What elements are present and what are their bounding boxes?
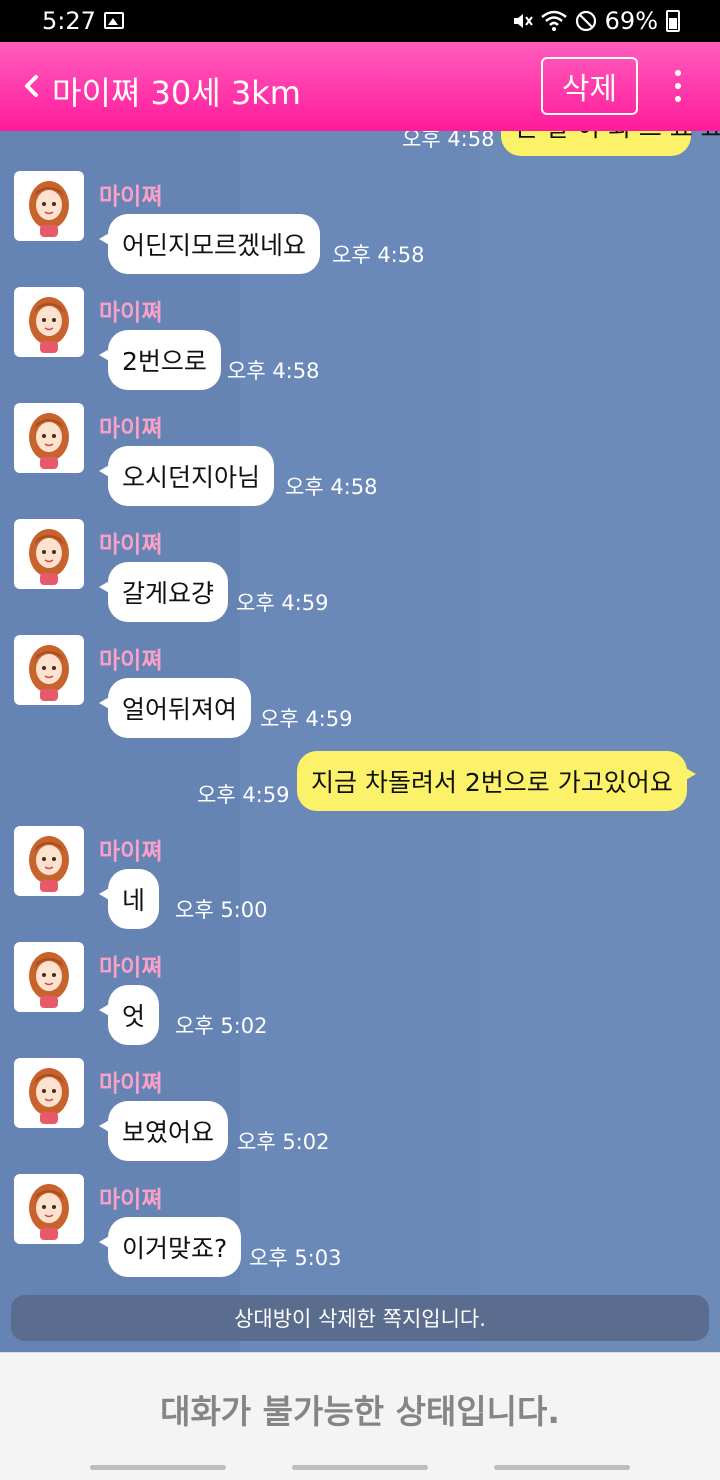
avatar[interactable] [14,1058,84,1128]
dnd-icon [575,10,596,32]
chat-area[interactable]: 오후 4:58 근 말 이 퇴 으 요 요 마이쪄 어딘지모르겠네요 오후 4:… [0,131,720,1352]
sender-name: 마이쪄 [99,648,163,674]
status-time: 5:27 [42,7,96,35]
message-bubble: 엇 [98,985,160,1045]
message-text: 2번으로 [122,347,207,376]
message-text: 어딘지모르겠네요 [122,231,307,260]
nav-recent-indicator[interactable] [90,1465,226,1470]
girl-avatar-icon [29,645,69,701]
wifi-icon [540,10,567,31]
girl-avatar-icon [29,413,69,469]
message-time: 오후 4:59 [197,783,290,807]
message-time: 오후 5:02 [175,1014,268,1038]
battery-percent: 69% [604,7,658,35]
message-text: 이거맞죠? [122,1234,228,1263]
battery-icon [666,10,680,32]
avatar[interactable] [14,171,84,241]
message-text: 네 [122,886,146,915]
girl-avatar-icon [29,1068,69,1124]
avatar[interactable] [14,635,84,705]
chat-title: 마이쪄 30세 3km [52,74,301,112]
message-bubble: 얼어뒤져여 [98,678,252,738]
avatar[interactable] [14,519,84,589]
message-text: 엇 [122,1002,146,1031]
more-options-icon[interactable] [668,66,688,106]
message-text: 근 말 이 퇴 으 요 요 [515,131,720,144]
message-time: 오후 4:59 [260,707,353,731]
message-time: 오후 4:58 [402,131,495,151]
gallery-icon [104,12,124,29]
sender-name: 마이쪄 [99,300,163,326]
avatar[interactable] [14,942,84,1012]
sender-name: 마이쪄 [99,839,163,865]
sender-name: 마이쪄 [99,532,163,558]
message-time: 오후 5:03 [249,1246,342,1270]
girl-avatar-icon [29,1184,69,1240]
avatar[interactable] [14,1174,84,1244]
avatar[interactable] [14,403,84,473]
sender-name: 마이쪄 [99,955,163,981]
nav-home-indicator[interactable] [292,1465,428,1470]
message-bubble: 네 [98,869,160,929]
avatar[interactable] [14,826,84,896]
message-time: 오후 5:00 [175,898,268,922]
message-text: 얼어뒤져여 [122,695,238,724]
my-message-bubble: 지금 차돌려서 2번으로 가고있어요 [297,751,696,811]
message-bubble: 2번으로 [99,330,221,390]
girl-avatar-icon [29,181,69,237]
message-text: 지금 차돌려서 2번으로 가고있어요 [311,768,673,797]
girl-avatar-icon [29,836,69,892]
sender-name: 마이쪄 [99,184,163,210]
message-text: 보였어요 [122,1118,215,1147]
girl-avatar-icon [29,529,69,585]
chat-footer: 대화가 불가능한 상태입니다. [0,1352,720,1480]
message-time: 오후 4:58 [227,359,320,383]
sender-name: 마이쪄 [99,1187,163,1213]
mute-icon [513,14,533,28]
avatar[interactable] [14,287,84,357]
message-time: 오후 5:02 [237,1130,330,1154]
delete-button[interactable]: 삭제 [541,57,638,115]
sender-name: 마이쪄 [99,416,163,442]
message-bubble: 오시던지아님 [98,446,275,506]
my-message-bubble: 근 말 이 퇴 으 요 요 [501,131,720,156]
back-icon[interactable] [18,68,46,104]
message-text: 갈게요걍 [122,579,215,608]
status-bar: 5:27 69% [0,0,720,42]
status-icons: 69% [511,7,680,35]
sender-name: 마이쪄 [99,1071,163,1097]
message-time: 오후 4:59 [236,591,329,615]
chat-header: 마이쪄 30세 3km 삭제 [0,42,720,131]
message-time: 오후 4:58 [332,243,425,267]
disabled-chat-message: 대화가 불가능한 상태입니다. [160,1392,560,1431]
message-bubble: 어딘지모르겠네요 [98,214,321,274]
nav-back-indicator[interactable] [494,1465,630,1470]
message-text: 오시던지아님 [122,463,261,492]
message-bubble: 갈게요걍 [98,562,229,622]
message-time: 오후 4:58 [285,475,378,499]
girl-avatar-icon [29,952,69,1008]
deleted-notice: 상대방이 삭제한 쪽지입니다. [11,1295,709,1341]
message-bubble: 이거맞죠? [98,1217,242,1277]
girl-avatar-icon [29,297,69,353]
message-bubble: 보였어요 [98,1101,229,1161]
